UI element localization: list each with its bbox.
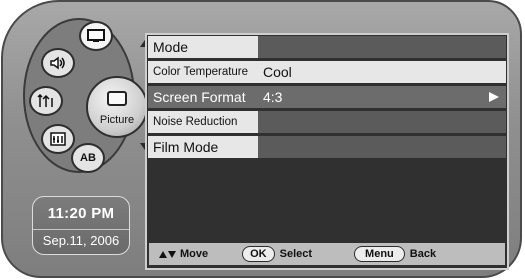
menu-row-label: Film Mode bbox=[148, 136, 258, 158]
menu-row-value bbox=[258, 36, 506, 58]
picture-icon bbox=[107, 91, 127, 106]
menu-row-value-text: 4:3 bbox=[263, 89, 283, 105]
menu-row-noise-reduction[interactable]: Noise Reduction bbox=[148, 111, 506, 133]
menu-row-label: Screen Format bbox=[148, 86, 258, 108]
clock-date: Sep.11, 2006 bbox=[42, 233, 120, 248]
triangle-down-icon bbox=[168, 250, 176, 258]
select-hint-label: Select bbox=[279, 248, 313, 260]
ok-button[interactable]: OK bbox=[242, 246, 275, 262]
ab-category-button[interactable]: AB bbox=[71, 143, 105, 173]
move-hint-label: Move bbox=[180, 248, 209, 260]
menu-row-value: Cool bbox=[258, 61, 506, 83]
input-category-button[interactable] bbox=[41, 124, 75, 154]
picture-category-button[interactable]: Picture bbox=[86, 76, 148, 138]
tv-screen-icon bbox=[87, 29, 105, 42]
menu-row-film-mode[interactable]: Film Mode bbox=[148, 136, 506, 158]
clock-display: 11:20 PM Sep.11, 2006 bbox=[32, 196, 130, 255]
picture-label: Picture bbox=[99, 114, 135, 126]
menu-row-color-temperature[interactable]: Color Temperature Cool bbox=[148, 61, 506, 83]
meter-icon bbox=[50, 132, 66, 146]
triangle-up-icon bbox=[159, 250, 167, 258]
channel-category-button[interactable] bbox=[79, 21, 113, 51]
move-hint: Move bbox=[159, 248, 208, 260]
ab-icon: AB bbox=[80, 152, 96, 164]
category-wheel[interactable]: AB Picture bbox=[23, 18, 148, 173]
submenu-arrow-icon[interactable] bbox=[489, 92, 499, 102]
menu-row-label: Noise Reduction bbox=[148, 111, 258, 133]
menu-row-label: Color Temperature bbox=[148, 61, 258, 83]
menu-row-screen-format[interactable]: Screen Format 4:3 bbox=[148, 86, 506, 108]
menu-button[interactable]: Menu bbox=[354, 246, 405, 262]
menu-row-label: Mode bbox=[148, 36, 258, 58]
menu-row-value: 4:3 bbox=[258, 86, 506, 108]
back-hint: Menu Back bbox=[354, 246, 436, 262]
setup-category-button[interactable] bbox=[29, 86, 63, 116]
sound-category-button[interactable] bbox=[41, 48, 75, 78]
menu-row-mode[interactable]: Mode bbox=[148, 36, 506, 58]
clock-time: 11:20 PM bbox=[47, 205, 115, 222]
menu-row-value bbox=[258, 111, 506, 133]
antenna-icon bbox=[37, 94, 53, 107]
select-hint: OK Select bbox=[242, 246, 312, 262]
clock-divider bbox=[33, 229, 129, 230]
picture-menu-panel: Mode Color Temperature Cool Screen Forma… bbox=[145, 33, 509, 270]
speaker-icon bbox=[50, 56, 65, 70]
back-hint-label: Back bbox=[409, 248, 437, 260]
menu-row-value bbox=[258, 136, 506, 158]
help-bar: Move OK Select Menu Back bbox=[149, 243, 505, 265]
